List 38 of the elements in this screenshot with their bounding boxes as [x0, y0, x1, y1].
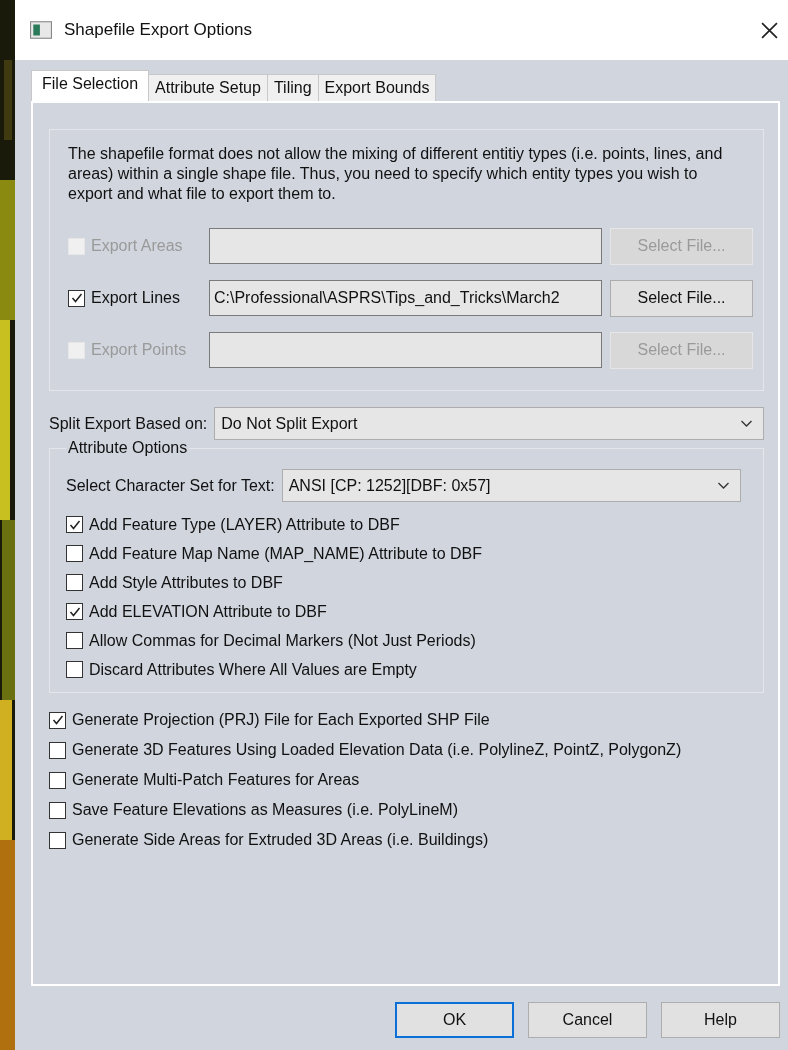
checkbox[interactable]: Allow Commas for Decimal Markers (Not Just Periods): [66, 626, 741, 655]
window-title: Shapefile Export Options: [64, 20, 254, 40]
tab[interactable]: File Selection: [31, 70, 150, 101]
checkmark-icon: [51, 714, 64, 726]
dialog-button[interactable]: Cancel: [528, 1002, 647, 1038]
file-path-field[interactable]: [209, 332, 602, 368]
description-text: The shapefile format does not allow the mixing of different entitiy types (i.e. points, lines, and areas) within a single shape file. Thus, you need to specify which entity types you wish to export and what file to export them to.: [68, 144, 724, 204]
split-dropdown[interactable]: Do Not Split Export: [214, 407, 764, 440]
checkbox[interactable]: Generate 3D Features Using Loaded Elevation Data (i.e. PolylineZ, PointZ, PolygonZ): [49, 735, 764, 765]
window-icon: [30, 21, 52, 39]
tab[interactable]: Export Bounds: [317, 74, 437, 101]
checkbox[interactable]: Add Style Attributes to DBF: [66, 568, 741, 597]
checkbox[interactable]: Export Lines: [68, 289, 201, 307]
tab[interactable]: Attribute Setup: [148, 74, 268, 101]
close-icon[interactable]: [761, 21, 778, 39]
checkbox[interactable]: Generate Projection (PRJ) File for Each Exported SHP File: [49, 705, 764, 735]
group-title: Attribute Options: [66, 439, 190, 457]
dialog-button[interactable]: Help: [661, 1002, 780, 1038]
select-file-button[interactable]: Select File...: [610, 279, 753, 317]
file-path-field[interactable]: [209, 228, 602, 264]
caret-icon: [717, 481, 730, 490]
checkbox[interactable]: Generate Multi-Patch Features for Areas: [49, 765, 764, 795]
charset-dropdown[interactable]: ANSI [CP: 1252][DBF: 0x57]: [281, 469, 741, 502]
dialog-button[interactable]: OK: [395, 1002, 514, 1038]
checkbox[interactable]: Add Feature Type (LAYER) Attribute to DBF: [66, 510, 741, 539]
checkbox[interactable]: Generate Side Areas for Extruded 3D Areas (i.e. Buildings): [49, 825, 764, 855]
split-label: Split Export Based on:: [49, 414, 208, 433]
file-path-field[interactable]: C:\Professional\ASPRS\Tips_and_Tricks\March2: [209, 280, 602, 316]
checkmark-icon: [70, 292, 83, 304]
checkmark-icon: [68, 605, 81, 618]
checkbox[interactable]: Add Feature Map Name (MAP_NAME) Attribute to DBF: [66, 539, 741, 568]
charset-label: Select Character Set for Text:: [66, 476, 275, 495]
checkbox[interactable]: Save Feature Elevations as Measures (i.e. PolyLineM): [49, 795, 764, 825]
tab[interactable]: Tiling: [266, 74, 319, 101]
caret-icon: [740, 419, 753, 428]
checkmark-icon: [68, 518, 81, 531]
checkbox[interactable]: Discard Attributes Where All Values are Empty: [66, 655, 741, 684]
checkbox[interactable]: Add ELEVATION Attribute to DBF: [66, 597, 741, 626]
